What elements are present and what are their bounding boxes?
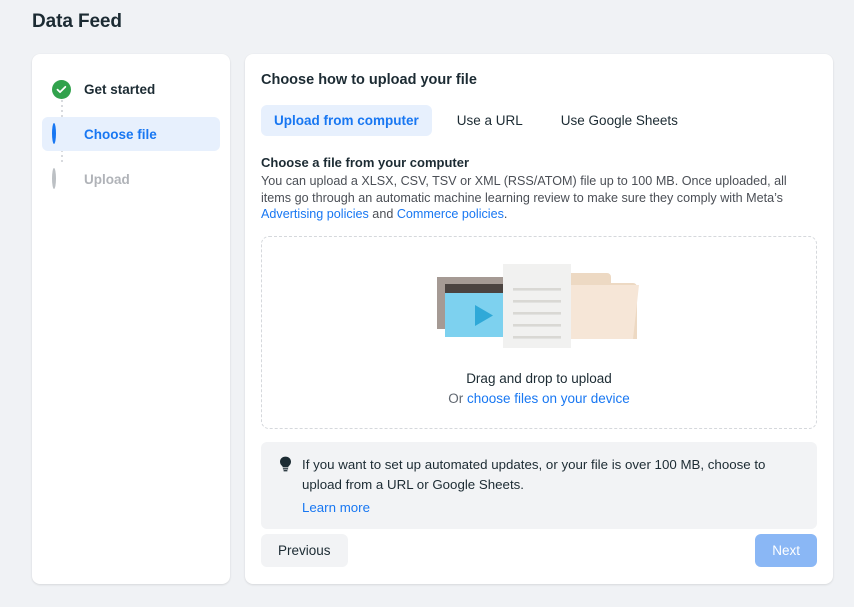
page-title: Data Feed [32,11,122,33]
sidebar-item-choose-file[interactable]: Choose file [42,117,220,151]
dropzone-secondary-text: Or choose files on your device [448,389,630,409]
half-filled-circle-icon [52,125,71,144]
upload-panel: Choose how to upload your file Upload fr… [245,54,833,584]
description-text-part3: . [504,207,508,221]
tip-text: If you want to set up automated updates,… [302,455,803,495]
tip-box: If you want to set up automated updates,… [261,442,817,529]
advertising-policies-link[interactable]: Advertising policies [261,207,369,221]
check-circle-icon [52,80,71,99]
dropzone-or-text: Or [448,391,467,406]
panel-footer: Previous Next [261,534,817,567]
commerce-policies-link[interactable]: Commerce policies [397,207,504,221]
panel-title: Choose how to upload your file [261,72,817,88]
lightbulb-icon [275,456,295,475]
data-feed-page: Data Feed Get started Ch [0,0,854,607]
dropzone-primary-text: Drag and drop to upload [466,369,612,389]
tab-use-google-sheets[interactable]: Use Google Sheets [548,105,691,136]
empty-circle-icon [52,170,71,189]
steps-panel: Get started Choose file Upload [32,54,230,584]
choose-files-link[interactable]: choose files on your device [467,391,630,406]
description-text-part1: You can upload a XLSX, CSV, TSV or XML (… [261,174,787,205]
description-text-part2: and [369,207,397,221]
sidebar-item-upload[interactable]: Upload [42,162,220,196]
sidebar-item-label: Upload [84,172,130,187]
section-description: You can upload a XLSX, CSV, TSV or XML (… [261,173,817,223]
sidebar-item-label: Choose file [84,127,157,142]
upload-method-tabs: Upload from computer Use a URL Use Googl… [261,105,817,136]
previous-button[interactable]: Previous [261,534,348,567]
tab-use-a-url[interactable]: Use a URL [444,105,536,136]
file-dropzone[interactable]: Drag and drop to upload Or choose files … [261,236,817,429]
next-button[interactable]: Next [755,534,817,567]
steps-list: Get started Choose file Upload [32,54,230,196]
tab-upload-from-computer[interactable]: Upload from computer [261,105,432,136]
sidebar-item-get-started[interactable]: Get started [42,72,220,106]
file-upload-illustration [431,255,647,355]
section-title: Choose a file from your computer [261,155,817,170]
learn-more-link[interactable]: Learn more [302,500,803,515]
sidebar-item-label: Get started [84,82,155,97]
